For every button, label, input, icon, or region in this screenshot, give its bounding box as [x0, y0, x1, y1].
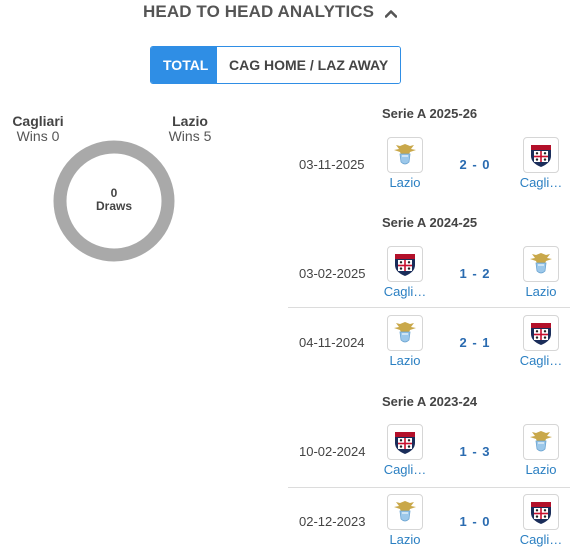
section-header[interactable]: HEAD TO HEAD ANALYTICS — [0, 2, 540, 23]
row-divider — [288, 307, 570, 308]
match-score[interactable]: 1 - 2 — [450, 266, 500, 281]
match-date: 10-02-2024 — [299, 444, 366, 459]
match-row[interactable]: 10-02-2024 Cagli… 1 - 3 Lazio — [288, 424, 570, 488]
home-team-name: Cagliari — [12, 113, 64, 129]
tab-total[interactable]: TOTAL — [151, 47, 217, 83]
competition-title: Serie A 2024-25 — [382, 215, 478, 230]
cagliari-crest-icon — [523, 494, 559, 530]
match-row[interactable]: 02-12-2023 Lazio 1 - 0 Cagli… — [288, 494, 570, 558]
away-team-link[interactable]: Cagli… — [516, 353, 566, 368]
draws-text: Draws — [95, 199, 133, 213]
home-team-link[interactable]: Cagli… — [380, 462, 430, 477]
match-date: 02-12-2023 — [299, 514, 366, 529]
match-score[interactable]: 2 - 1 — [450, 335, 500, 350]
match-score[interactable]: 2 - 0 — [450, 157, 500, 172]
home-team-link[interactable]: Lazio — [380, 353, 430, 368]
match-row[interactable]: 03-11-2025 Lazio 2 - 0 Cagli… — [288, 137, 570, 201]
home-team-link[interactable]: Cagli… — [380, 284, 430, 299]
draws-label: 0 Draws — [53, 187, 175, 213]
lazio-crest-icon — [523, 246, 559, 282]
lazio-crest-icon — [387, 137, 423, 173]
cagliari-crest-icon — [523, 137, 559, 173]
filter-tabs: TOTAL CAG HOME / LAZ AWAY — [150, 46, 402, 84]
chevron-up-icon[interactable] — [384, 3, 398, 23]
match-date: 04-11-2024 — [299, 335, 365, 350]
away-team-link[interactable]: Lazio — [516, 462, 566, 477]
match-score[interactable]: 1 - 3 — [450, 444, 500, 459]
away-team-name: Lazio — [172, 113, 208, 129]
away-team-link[interactable]: Cagli… — [516, 175, 566, 190]
cagliari-crest-icon — [387, 424, 423, 460]
row-divider — [288, 487, 570, 488]
match-date: 03-02-2025 — [299, 266, 366, 281]
match-row[interactable]: 04-11-2024 Lazio 2 - 1 Cagli… — [288, 315, 570, 379]
away-team-link[interactable]: Lazio — [516, 284, 566, 299]
competition-title: Serie A 2025-26 — [382, 106, 478, 121]
lazio-crest-icon — [387, 494, 423, 530]
home-team-link[interactable]: Lazio — [380, 532, 430, 547]
section-title: HEAD TO HEAD ANALYTICS — [143, 2, 375, 21]
competition-title: Serie A 2023-24 — [382, 394, 478, 409]
match-date: 03-11-2025 — [299, 157, 365, 172]
lazio-crest-icon — [387, 315, 423, 351]
cagliari-crest-icon — [387, 246, 423, 282]
tab-home-away[interactable]: CAG HOME / LAZ AWAY — [217, 47, 401, 83]
home-team-link[interactable]: Lazio — [380, 175, 430, 190]
match-score[interactable]: 1 - 0 — [450, 514, 500, 529]
lazio-crest-icon — [523, 424, 559, 460]
cagliari-crest-icon — [523, 315, 559, 351]
away-team-link[interactable]: Cagli… — [516, 532, 566, 547]
match-row[interactable]: 03-02-2025 Cagli… 1 - 2 Lazio — [288, 246, 570, 310]
